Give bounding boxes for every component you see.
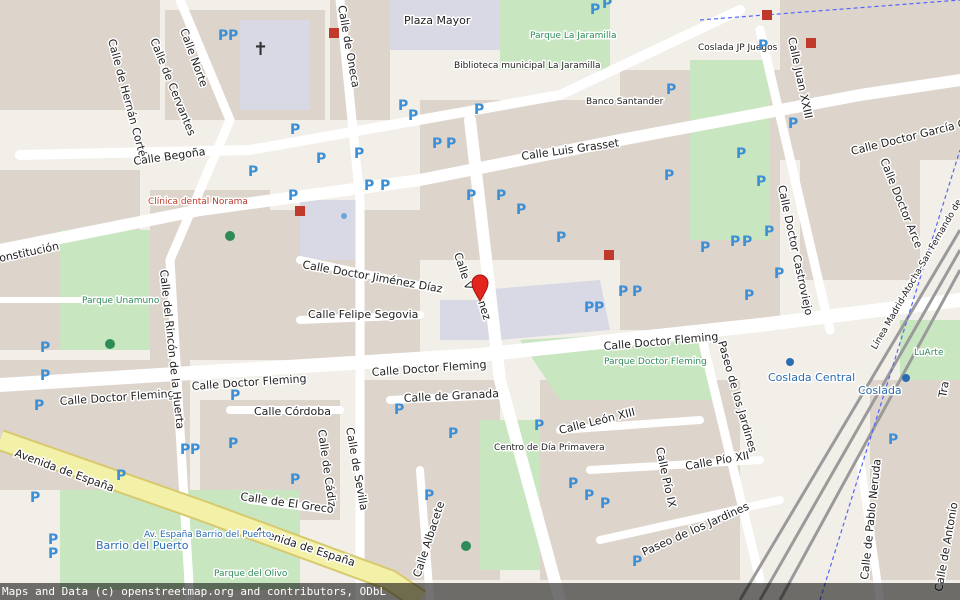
parking-icon: P — [756, 174, 766, 190]
playground-icon — [105, 339, 115, 349]
parking-icon: P — [736, 146, 746, 162]
parking-icon: P — [30, 490, 40, 506]
parking-icon: P — [602, 0, 612, 12]
parking-icon: P — [228, 28, 238, 44]
parking-icon: P — [190, 442, 200, 458]
luarte-label: LuArte — [914, 348, 944, 358]
pharmacy-icon — [295, 206, 305, 216]
parque-bottom-label: Parque del Olivo — [214, 569, 288, 579]
parking-icon: P — [474, 102, 484, 118]
parking-icon: P — [448, 426, 458, 442]
train-station-icon — [786, 358, 794, 366]
pharmacy-icon — [806, 38, 816, 48]
barrio-puerto-label: Barrio del Puerto — [96, 539, 189, 552]
parking-icon: P — [218, 28, 228, 44]
coslada-label: Coslada — [858, 384, 902, 397]
clinica-label: Clínica dental Norama — [148, 197, 248, 207]
parking-icon: P — [116, 468, 126, 484]
playground-icon — [225, 231, 235, 241]
parking-icon: P — [432, 136, 442, 152]
viewpoint-icon — [341, 213, 347, 219]
parking-icon: P — [632, 554, 642, 570]
parking-icon: P — [230, 388, 240, 404]
parking-icon: P — [40, 368, 50, 384]
parking-icon: P — [584, 300, 594, 316]
parking-icon: P — [758, 38, 768, 54]
parking-icon: P — [496, 188, 506, 204]
parking-icon: P — [466, 188, 476, 204]
parking-icon: P — [364, 178, 374, 194]
parking-icon: P — [568, 476, 578, 492]
pharmacy-icon — [762, 10, 772, 20]
centro-dia-label: Centro de Día Primavera — [494, 443, 605, 453]
pharmacy-icon — [604, 250, 614, 260]
parking-icon: P — [446, 136, 456, 152]
map-canvas[interactable]: Plaza Mayor Calle de Oneca Calle Norte C… — [0, 0, 960, 600]
parking-icon: P — [516, 202, 526, 218]
parking-icon: P — [664, 168, 674, 184]
parking-icon: P — [764, 224, 774, 240]
parque-jaramilla-label: Parque La Jaramilla — [530, 31, 616, 41]
parking-icon: P — [788, 116, 798, 132]
parking-icon: P — [618, 284, 628, 300]
parking-icon: P — [666, 82, 676, 98]
parking-icon: P — [584, 488, 594, 504]
banco-label: Banco Santander — [586, 97, 664, 107]
location-marker[interactable] — [471, 274, 489, 302]
parque-unamuno-label: Parque Unamuno — [82, 296, 160, 306]
parking-icon: P — [774, 266, 784, 282]
parking-icon: P — [594, 300, 604, 316]
attribution-bar[interactable]: Maps and Data (c) openstreetmap.org and … — [0, 583, 960, 600]
parking-icon: P — [380, 178, 390, 194]
parking-icon: P — [316, 151, 326, 167]
parking-icon: P — [394, 402, 404, 418]
parking-icon: P — [180, 442, 190, 458]
calle-cordoba-label: Calle Córdoba — [254, 405, 331, 418]
coslada-central-label: Coslada Central — [768, 371, 855, 384]
parque-fleming-label: Parque Doctor Fleming — [604, 357, 707, 367]
parking-icon: P — [228, 436, 238, 452]
parking-icon: P — [742, 234, 752, 250]
parking-icon: P — [248, 164, 258, 180]
parking-icon: P — [398, 98, 408, 114]
parking-icon: P — [288, 188, 298, 204]
parking-icon: P — [408, 108, 418, 124]
parking-icon: P — [424, 488, 434, 504]
pharmacy-icon — [329, 28, 339, 38]
parking-icon: P — [632, 284, 642, 300]
parking-icon: P — [590, 2, 600, 18]
parking-icon: P — [556, 230, 566, 246]
parking-icon: P — [534, 418, 544, 434]
parking-icon: P — [354, 146, 364, 162]
parking-icon: P — [600, 496, 610, 512]
parking-icon: P — [730, 234, 740, 250]
parking-icon: P — [34, 398, 44, 414]
church-icon: ✝ — [253, 39, 268, 60]
calle-felipe-segovia-label: Calle Felipe Segovia — [308, 308, 418, 321]
parking-icon: P — [290, 472, 300, 488]
train-station-icon — [902, 374, 910, 382]
biblioteca-label: Biblioteca municipal La Jaramilla — [454, 61, 601, 71]
parking-icon: P — [290, 122, 300, 138]
plaza-mayor-label: Plaza Mayor — [404, 14, 471, 27]
parking-icon: P — [700, 240, 710, 256]
parking-icon: P — [888, 432, 898, 448]
parking-icon: P — [48, 546, 58, 562]
playground-icon — [461, 541, 471, 551]
parking-icon: P — [744, 288, 754, 304]
parking-icon: P — [40, 340, 50, 356]
